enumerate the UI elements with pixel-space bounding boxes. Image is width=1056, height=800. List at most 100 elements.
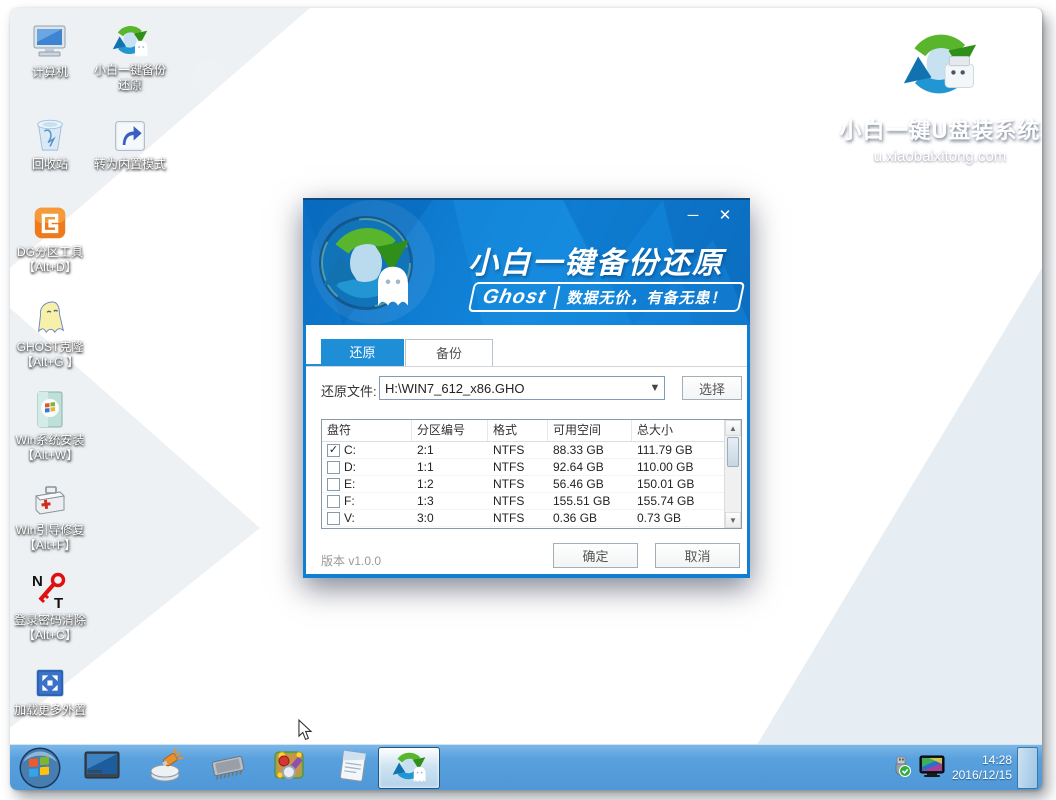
nt-key-icon: NT [10,568,90,610]
clock[interactable]: 14:28 2016/12/15 [952,753,1012,783]
desktop-icon-load-more[interactable]: 加载更多外置 [10,658,90,718]
drive-checkbox[interactable] [327,512,340,525]
display-settings-icon [84,751,120,786]
column-header-partition: 分区编号 [412,420,488,441]
drive-letter: V: [344,511,355,525]
desktop-icon-label: 登录密码清除【Alt+C】 [10,613,90,643]
free-space: 155.51 GB [548,494,632,508]
clock-time: 14:28 [952,753,1012,768]
total-size: 110.00 GB [632,460,716,474]
select-button[interactable]: 选择 [682,376,742,400]
partition-table: 盘符 分区编号 格式 可用空间 总大小 ✓C:2:1NTFS88.33 GB11… [321,419,742,529]
tab-restore[interactable]: 还原 [321,339,404,366]
chevron-down-icon[interactable]: ▼ [646,382,664,394]
drive-checkbox[interactable] [327,461,340,474]
dialog-logo-icon [316,213,416,318]
usb-cycle-logo-icon [832,22,1042,111]
format: NTFS [488,511,548,525]
drive-checkbox[interactable]: ✓ [327,444,340,457]
partition-number: 1:1 [412,460,488,474]
dialog-header: 小白一键备份还原 Ghost 数据无价，有备无患！ ─ ✕ [303,200,750,325]
restore-file-value: H:\WIN7_612_x86.GHO [385,381,524,396]
system-tools-icon [272,748,308,789]
diskgenius-icon [10,200,90,242]
free-space: 56.46 GB [548,477,632,491]
desktop-icon-label: DG分区工具【Alt+D】 [10,245,90,275]
tab-backup[interactable]: 备份 [405,339,493,366]
desktop-icon-label: Win系统安装【Alt+W】 [10,433,90,463]
format: NTFS [488,477,548,491]
taskbar-memory-tool[interactable] [210,750,246,786]
desktop-icon-password-clear[interactable]: NT 登录密码清除【Alt+C】 [10,568,90,643]
total-size: 111.79 GB [632,443,716,457]
table-row[interactable]: ✓C:2:1NTFS88.33 GB111.79 GB [322,442,741,459]
desktop-icon-computer[interactable]: 计算机 [10,20,90,80]
cancel-button[interactable]: 取消 [655,543,740,568]
free-space: 88.33 GB [548,443,632,457]
desktop-icon-label: 计算机 [10,65,90,80]
notepad-icon [336,748,370,789]
desktop-icon-label: 转为内置模式 [90,157,170,172]
free-space: 92.64 GB [548,460,632,474]
desktop-icon-win-boot-repair[interactable]: Win引导修复【Alt+F】 [10,478,90,553]
scroll-up-icon[interactable]: ▲ [725,420,741,436]
total-size: 150.01 GB [632,477,716,491]
svg-text:T: T [54,595,63,610]
display-color-icon[interactable] [919,754,945,783]
table-row[interactable]: E:1:2NTFS56.46 GB150.01 GB [322,476,741,493]
table-scrollbar[interactable]: ▲ ▼ [724,420,741,528]
free-space: 0.36 GB [548,511,632,525]
desktop-icon-label: GHOST克隆【Alt+G 】 [10,340,90,370]
close-button[interactable]: ✕ [714,206,736,226]
taskbar-system-tools[interactable] [272,750,308,786]
scroll-down-icon[interactable]: ▼ [725,512,741,528]
ok-button[interactable]: 确定 [553,543,638,568]
table-row[interactable]: F:1:3NTFS155.51 GB155.74 GB [322,493,741,510]
svg-text:N: N [32,573,43,590]
desktop-icon-recycle-bin[interactable]: 回收站 [10,112,90,172]
desktop-icon-dg-partition[interactable]: DG分区工具【Alt+D】 [10,200,90,275]
taskbar-backup-app-active[interactable] [378,747,440,789]
taskbar-notepad[interactable] [335,750,371,786]
ghost-logo-text: Ghost [481,286,561,309]
usb-device-icon[interactable] [890,754,912,783]
dialog-body: 还原 备份 还原文件: H:\WIN7_612_x86.GHO ▼ 选择 盘符 … [306,325,747,574]
start-button[interactable] [18,746,62,790]
format: NTFS [488,443,548,457]
restore-file-combobox[interactable]: H:\WIN7_612_x86.GHO ▼ [379,376,665,400]
computer-icon [10,20,90,62]
desktop-icon-internal-mode[interactable]: 转为内置模式 [90,112,170,172]
table-row[interactable]: D:1:1NTFS92.64 GB110.00 GB [322,459,741,476]
tab-strip-divider [306,366,747,367]
table-row[interactable]: V: 3:0NTFS0.36 GB0.73 GB [322,510,741,527]
version-label: 版本 v1.0.0 [321,552,381,569]
partition-number: 3:0 [412,511,488,525]
expand-arrows-icon [10,658,90,700]
partition-table-body: ✓C:2:1NTFS88.33 GB111.79 GBD:1:1NTFS92.6… [322,442,741,527]
desktop: 计算机 小白一键备份还原 回收站 转为内置模式 DG分区工具【Alt+D】 GH… [10,8,1042,790]
ghost-slogan: 数据无价，有备无患！ [566,287,730,308]
desktop-icon-label: 加载更多外置 [10,703,90,718]
brand-title: 小白一键U盘装系统 [832,113,1042,145]
desktop-icon-ghost-clone[interactable]: GHOST克隆【Alt+G 】 [10,295,90,370]
total-size: 0.73 GB [632,511,716,525]
partition-number: 1:2 [412,477,488,491]
drive-checkbox[interactable] [327,478,340,491]
desktop-icon-win-install[interactable]: Win系统安装【Alt+W】 [10,388,90,463]
taskbar-display-settings[interactable] [84,750,120,786]
drive-checkbox[interactable] [327,495,340,508]
minimize-button[interactable]: ─ [682,206,704,226]
desktop-icon-label: Win引导修复【Alt+F】 [10,523,90,553]
desktop-icon-backup-restore[interactable]: 小白一键备份还原 [90,18,170,93]
memory-chip-icon [209,751,247,786]
partition-number: 2:1 [412,443,488,457]
show-desktop-button[interactable] [1017,747,1038,789]
format: NTFS [488,460,548,474]
desktop-icon-label: 回收站 [10,157,90,172]
taskbar-disk-cleanup[interactable] [148,750,184,786]
restore-file-label: 还原文件: [321,381,377,400]
column-header-free: 可用空间 [548,420,632,441]
toolbox-icon [10,478,90,520]
ghost-icon [10,295,90,337]
scrollbar-thumb[interactable] [727,437,739,467]
